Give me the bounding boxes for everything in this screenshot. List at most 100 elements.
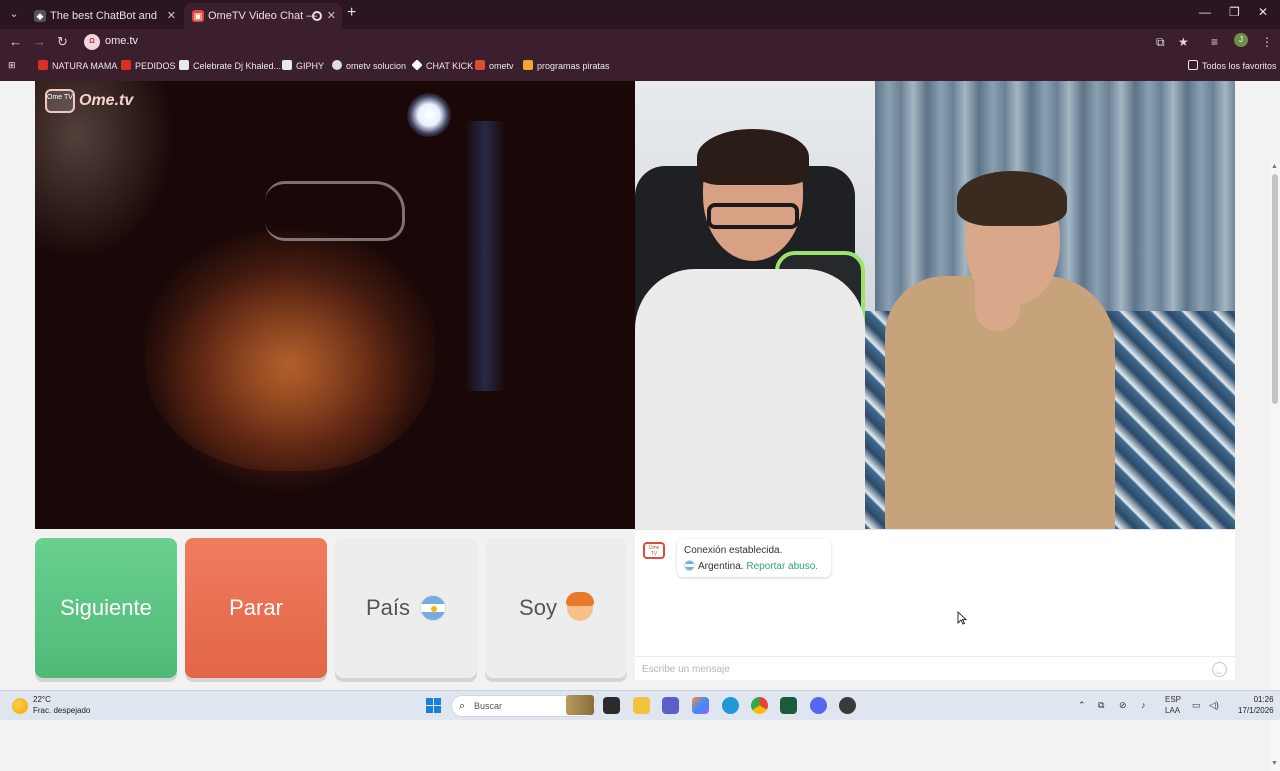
bookmark-chat-kick[interactable]: CHAT KICK xyxy=(411,59,473,71)
search-highlight-icon xyxy=(566,695,594,715)
system-clock[interactable]: 01:26 17/1/2026 xyxy=(1238,694,1274,716)
ap-icon xyxy=(523,60,533,70)
profile-avatar[interactable]: J xyxy=(1234,33,1248,47)
search-placeholder: Buscar xyxy=(474,701,503,711)
tab-label: The best ChatBot and Widgets xyxy=(50,10,160,22)
diamond-icon xyxy=(411,59,423,71)
tab-strip: ⌄ ◆ The best ChatBot and Widgets ✕ ▣ Ome… xyxy=(0,0,1280,29)
site-info-icon[interactable]: Ω xyxy=(84,34,100,50)
volume-icon[interactable]: ◁) xyxy=(1209,700,1219,711)
restore-icon[interactable]: ❐ xyxy=(1229,5,1240,19)
report-abuse-link[interactable]: Reportar abuso. xyxy=(746,561,818,572)
search-icon: ⌕ xyxy=(459,700,466,712)
stop-label: Parar xyxy=(229,595,283,620)
bookmark-celebrate[interactable]: Celebrate Dj Khaled... xyxy=(179,60,281,71)
scroll-up-icon[interactable]: ▲ xyxy=(1271,163,1278,170)
weather-sun-icon[interactable] xyxy=(12,698,28,714)
url-text[interactable]: ome.tv xyxy=(105,35,138,47)
monitor-icon[interactable]: ▭ xyxy=(1192,700,1201,711)
mouse-cursor-icon xyxy=(957,611,967,625)
chatbot-favicon-icon: ◆ xyxy=(34,10,46,22)
tab-search-icon[interactable]: ⌄ xyxy=(6,6,22,22)
argentina-flag-icon xyxy=(684,560,695,571)
close-tab-icon[interactable]: ✕ xyxy=(167,3,176,29)
system-message: Conexión establecida. Argentina. Reporta… xyxy=(677,539,831,577)
bookmark-ometv-solucion[interactable]: ometv solucion xyxy=(332,60,406,71)
close-tab-icon[interactable]: ✕ xyxy=(327,3,336,29)
recording-indicator-icon xyxy=(312,11,322,21)
gender-button[interactable]: Soy xyxy=(485,538,627,678)
ometv-tv-icon: Ome TV xyxy=(45,89,75,113)
minimize-icon[interactable]: — xyxy=(1199,5,1211,19)
bookmark-ometv[interactable]: ometv xyxy=(475,60,514,71)
local-video xyxy=(635,81,1235,529)
all-bookmarks-folder[interactable]: Todos los favoritos xyxy=(1188,60,1277,71)
ometv-page: Ome TV Ome.tv Siguiente Parar País Soy O… xyxy=(0,81,1280,771)
message-input[interactable] xyxy=(642,661,1202,677)
media-controls-icon[interactable]: ≡ xyxy=(1211,35,1218,49)
copilot-icon[interactable] xyxy=(692,697,709,714)
network-share-icon[interactable]: ⧉ xyxy=(1098,700,1104,711)
scroll-down-icon[interactable]: ▼ xyxy=(1271,760,1278,767)
scroll-thumb[interactable] xyxy=(1272,174,1278,404)
message-composer xyxy=(635,656,1235,681)
bookmark-pedidos[interactable]: PEDIDOS xyxy=(121,60,176,71)
remote-video: Ome TV Ome.tv xyxy=(35,81,635,529)
ometv-bookmark-icon xyxy=(475,60,485,70)
language-indicator[interactable]: ESP LAA xyxy=(1165,694,1181,716)
show-hidden-icons-icon[interactable]: ⌃ xyxy=(1078,700,1086,711)
bookmark-programas-piratas[interactable]: programas piratas xyxy=(523,60,610,71)
tab-label: OmeTV Video Chat — Ome xyxy=(208,10,320,22)
network-off-icon[interactable]: ⊘ xyxy=(1119,700,1127,711)
back-icon[interactable]: ← xyxy=(9,34,22,49)
country-label: País xyxy=(365,595,411,620)
tab-chatbot[interactable]: ◆ The best ChatBot and Widgets ✕ xyxy=(26,3,182,29)
country-button[interactable]: País xyxy=(335,538,477,678)
menu-kebab-icon[interactable]: ⋮ xyxy=(1261,35,1273,49)
folder-icon xyxy=(1188,60,1198,70)
new-tab-button[interactable]: + xyxy=(347,4,356,22)
browser-toolbar: ← → ↻ Ω ome.tv ⧉ ★ ≡ ⋮ xyxy=(0,29,1280,55)
chrome-icon[interactable] xyxy=(751,697,768,714)
microphone-icon[interactable]: ♪ xyxy=(1141,700,1146,710)
bookmark-natura-mama[interactable]: NATURA MAMA xyxy=(38,60,117,71)
globe-icon xyxy=(332,60,342,70)
app-icon[interactable] xyxy=(780,697,797,714)
install-app-icon[interactable]: ⧉ xyxy=(1156,35,1165,50)
file-explorer-icon[interactable] xyxy=(633,697,650,714)
argentina-flag-icon xyxy=(420,595,447,621)
close-window-icon[interactable]: ✕ xyxy=(1258,5,1268,19)
app-red-dot-icon[interactable] xyxy=(839,697,856,714)
chat-panel: Ome TV Conexión establecida. Argentina. … xyxy=(635,529,1235,680)
reload-icon[interactable]: ↻ xyxy=(57,34,68,50)
teams-icon[interactable] xyxy=(662,697,679,714)
bookmark-star-icon[interactable]: ★ xyxy=(1178,35,1189,49)
edge-icon[interactable] xyxy=(722,697,739,714)
apps-grid-icon[interactable]: ⊞ xyxy=(8,60,16,71)
weather-widget[interactable]: 22°C Frac. despejado xyxy=(33,694,90,716)
boy-emoji-icon xyxy=(565,592,594,621)
bookmarks-bar: ⊞ NATURA MAMA PEDIDOS Celebrate Dj Khale… xyxy=(0,57,1280,77)
forward-icon[interactable]: → xyxy=(33,34,46,49)
bookmark-icon xyxy=(121,60,131,70)
address-bar[interactable]: Ω ome.tv xyxy=(78,31,1198,53)
emoji-icon[interactable] xyxy=(1212,662,1227,677)
next-label: Siguiente xyxy=(60,595,152,620)
bookmark-giphy[interactable]: GIPHY xyxy=(282,60,324,71)
document-icon xyxy=(179,60,189,70)
stop-button[interactable]: Parar xyxy=(185,538,327,678)
connection-status: Conexión establecida. xyxy=(684,545,783,556)
windows-taskbar: 22°C Frac. despejado ⌕ Buscar ⌃ ⧉ ⊘ ♪ ES… xyxy=(0,690,1280,720)
start-button[interactable] xyxy=(426,698,441,713)
gender-label: Soy xyxy=(519,595,557,620)
ometv-chat-logo-icon: Ome TV xyxy=(643,542,665,559)
discord-icon[interactable] xyxy=(810,697,827,714)
bookmark-icon xyxy=(38,60,48,70)
task-view-icon[interactable] xyxy=(603,697,620,714)
page-scrollbar[interactable]: ▲ ▼ xyxy=(1270,162,1280,771)
browser-chrome: ⌄ ◆ The best ChatBot and Widgets ✕ ▣ Ome… xyxy=(0,0,1280,81)
next-button[interactable]: Siguiente xyxy=(35,538,177,678)
brand-text: Ome.tv xyxy=(79,92,134,109)
tab-ometv[interactable]: ▣ OmeTV Video Chat — Ome ✕ xyxy=(184,3,342,29)
document-icon xyxy=(282,60,292,70)
